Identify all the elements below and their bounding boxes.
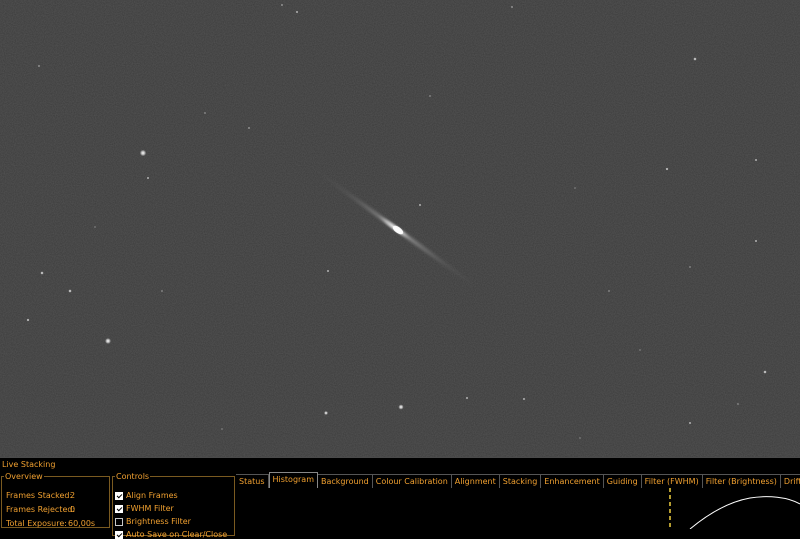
- star: [139, 149, 147, 157]
- star: [38, 65, 40, 67]
- star: [754, 239, 758, 243]
- star: [608, 290, 610, 292]
- star: [689, 266, 691, 268]
- star: [68, 289, 72, 293]
- frames-stacked-row: Frames Stacked: 2: [6, 491, 76, 500]
- checkbox-box[interactable]: [115, 531, 123, 539]
- star: [398, 404, 404, 410]
- star: [281, 4, 283, 6]
- align-frames-label: Align Frames: [126, 491, 178, 500]
- star: [221, 428, 223, 430]
- total-exposure-row: Total Exposure: 60,00s: [6, 519, 95, 528]
- star: [665, 167, 669, 171]
- tab-strip: Status Histogram Background Colour Calibrat…: [236, 472, 800, 488]
- star: [693, 57, 697, 61]
- overview-legend: Overview: [5, 472, 43, 481]
- star: [248, 127, 250, 129]
- total-exposure-value: 60,00s: [68, 519, 96, 528]
- frames-rejected-label: Frames Rejected:: [6, 505, 76, 514]
- tab-stacking[interactable]: Stacking: [499, 474, 542, 488]
- checkbox-box[interactable]: [115, 518, 123, 526]
- star: [204, 112, 206, 114]
- stacked-image-view[interactable]: [0, 0, 800, 457]
- histogram-plot[interactable]: [668, 488, 800, 529]
- panel-title: Live Stacking: [2, 460, 56, 469]
- star: [26, 318, 30, 322]
- star: [94, 226, 96, 228]
- auto-save-checkbox[interactable]: Auto Save on Clear/Close: [115, 530, 227, 539]
- brightness-filter-checkbox[interactable]: Brightness Filter: [115, 517, 191, 526]
- star: [324, 411, 328, 415]
- star: [579, 437, 581, 439]
- checkbox-box[interactable]: [115, 505, 123, 513]
- frames-stacked-label: Frames Stacked:: [6, 491, 73, 500]
- star: [639, 349, 641, 351]
- tab-alignment[interactable]: Alignment: [451, 474, 500, 488]
- controls-legend: Controls: [116, 472, 150, 481]
- star: [418, 203, 422, 207]
- star: [40, 271, 44, 275]
- star: [737, 403, 739, 405]
- star: [295, 10, 299, 14]
- checkbox-box[interactable]: [115, 492, 123, 500]
- fwhm-filter-checkbox[interactable]: FWHM Filter: [115, 504, 174, 513]
- frames-rejected-value: 0: [70, 505, 76, 514]
- histogram-curve: [689, 496, 800, 529]
- tab-background[interactable]: Background: [318, 474, 373, 488]
- star: [465, 396, 469, 400]
- tab-filter-brightness[interactable]: Filter (Brightness): [702, 474, 781, 488]
- tab-drift-graph[interactable]: Drift Graph: [780, 474, 800, 488]
- star: [754, 158, 758, 162]
- auto-save-label: Auto Save on Clear/Close: [126, 530, 228, 539]
- frames-stacked-value: 2: [70, 491, 76, 500]
- align-frames-checkbox[interactable]: Align Frames: [115, 491, 178, 500]
- brightness-filter-label: Brightness Filter: [126, 517, 191, 526]
- frames-rejected-row: Frames Rejected: 0: [6, 505, 75, 514]
- star: [429, 95, 431, 97]
- star: [511, 6, 513, 8]
- tab-colour-calibration[interactable]: Colour Calibration: [372, 474, 452, 488]
- tab-guiding[interactable]: Guiding: [603, 474, 642, 488]
- star: [522, 397, 526, 401]
- overview-group: Overview Frames Stacked: 2 Frames Reject…: [1, 472, 110, 528]
- star: [146, 176, 150, 180]
- star: [326, 269, 330, 273]
- tab-status[interactable]: Status: [236, 474, 269, 488]
- tab-enhancement[interactable]: Enhancement: [541, 474, 604, 488]
- star: [688, 421, 692, 425]
- controls-group: Controls Align Frames FWHM Filter Bright…: [112, 472, 235, 539]
- tab-histogram[interactable]: Histogram: [268, 472, 318, 488]
- star: [574, 187, 576, 189]
- tab-filter-fwhm[interactable]: Filter (FWHM): [641, 474, 703, 488]
- star: [105, 338, 111, 344]
- star: [763, 370, 767, 374]
- fwhm-filter-label: FWHM Filter: [126, 504, 174, 513]
- total-exposure-label: Total Exposure:: [6, 519, 67, 528]
- star: [161, 290, 163, 292]
